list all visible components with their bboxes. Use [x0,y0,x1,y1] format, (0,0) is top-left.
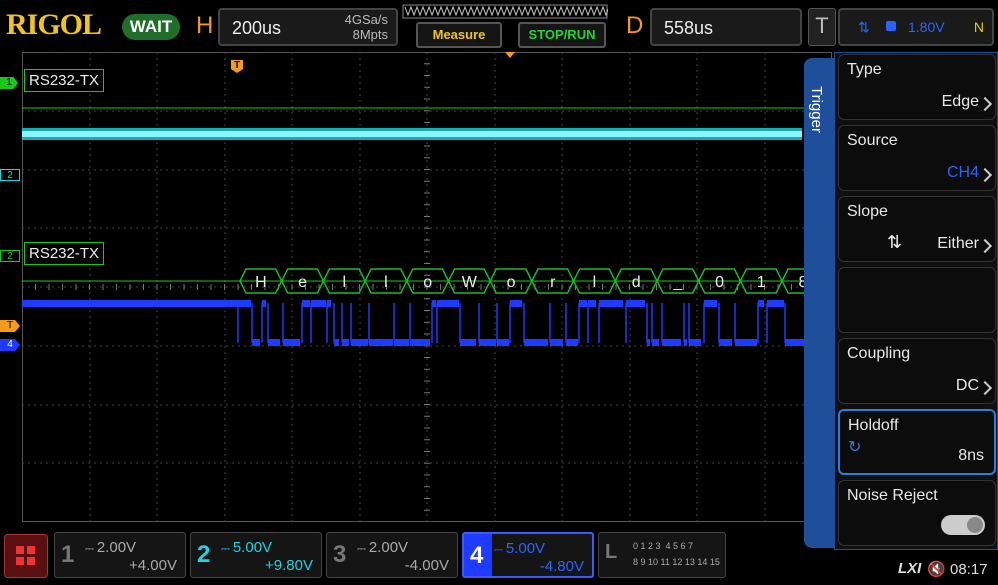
ch4-scale: ⎓ 5.00V [494,540,546,557]
bus-label-bottom: RS232-TX [24,242,105,265]
toggle-knob [967,517,983,533]
slope-either-icon: ⇅ [887,232,903,252]
noise-reject-toggle[interactable] [941,515,985,535]
trigger-menu-title: Trigger [808,86,825,133]
ch4-marker[interactable]: 4 [0,339,20,351]
ch4-number: 4 [470,542,484,569]
stop-run-button[interactable]: STOP/RUN [518,22,606,48]
decoded-char: 1 [757,274,766,291]
menu-type-value: Edge [941,93,979,110]
logic-analyzer-settings[interactable]: L 0 1 2 3 4 5 6 7 8 9 10 11 12 13 14 15 [598,532,726,578]
horizontal-letter: H [196,12,214,39]
lxi-logo: LXI [898,560,922,577]
memory-ruler [402,4,608,19]
menu-holdoff-value: 8ns [958,447,984,464]
ch2-settings[interactable]: 2 ⎓ 5.00V +9.80V [190,532,322,578]
bus-label-top: RS232-TX [24,69,105,92]
ch2-scale-value: 5.00V [232,539,273,556]
logic-row1: 0 1 2 3 4 5 6 7 [633,541,694,551]
ch4-scale-value: 5.00V [505,540,546,557]
ch3-scale: ⎓ 2.00V [357,539,409,556]
ch3-settings[interactable]: 3 ⎓ 2.00V -4.00V [326,532,458,578]
sample-rate: 4GSa/s [344,12,388,27]
ch4-source-icon [886,21,896,31]
menu-type-label: Type [847,61,882,78]
bus-marker[interactable]: 2 [0,250,20,262]
decoded-char: d [632,274,641,291]
ch4-settings[interactable]: 4 ⎓ 5.00V -4.80V [462,532,594,578]
ch3-offset: -4.00V [404,557,449,574]
menu-noise-reject-label: Noise Reject [847,487,938,504]
menu-slope-value: Either [937,235,979,252]
ch3-number: 3 [333,541,347,568]
center-marker [505,52,515,58]
ch2-offset: +9.80V [265,557,313,574]
ch2-trace-core [22,131,802,137]
decoded-char: W [462,274,478,291]
ch1-offset: +4.00V [129,557,177,574]
delay-value: 558us [664,18,714,38]
menu-slope[interactable]: Slope ⇅ Either [838,196,996,262]
rotate-knob-icon: ↻ [848,439,862,456]
trigger-level-marker[interactable]: T [0,320,20,332]
decoded-char: l [593,274,597,291]
memory-depth: 8Mpts [352,27,388,42]
menu-empty-slot [838,267,996,333]
top-bar: RIGOL WAIT H 200us 4GSa/s 8Mpts Measure … [0,0,998,52]
chevron-right-icon [977,380,993,396]
slope-either-icon: ⇅ [858,19,870,35]
menu-holdoff[interactable]: Holdoff ↻ 8ns [838,409,996,475]
menu-source-value: CH4 [946,164,979,181]
measure-button[interactable]: Measure [416,22,502,48]
logic-row2: 8 9 10 11 12 13 14 15 [633,557,720,567]
trigger-letter: T [808,8,836,46]
trigger-status-box[interactable]: ⇅ 1.80V N [838,8,994,46]
ch1-settings[interactable]: 1 ⎓ 2.00V +4.00V [54,532,186,578]
delay-box[interactable]: 558us [650,8,802,46]
decoded-char: r [550,274,556,291]
menu-slope-label: Slope [847,203,888,220]
ch4-offset: -4.80V [539,558,584,575]
decoded-char: o [507,274,516,291]
menu-source-label: Source [847,132,898,149]
waveform-grid[interactable]: He l l o Wo r l d _ 0 1 8 [22,52,832,522]
menu-type[interactable]: Type Edge [838,54,996,120]
decoded-char: o [423,274,432,291]
ch1-scale: ⎓ 2.00V [85,539,137,556]
ch2-scale: ⎓ 5.00V [221,539,273,556]
menu-noise-reject[interactable]: Noise Reject [838,480,996,546]
ch1-scale-value: 2.00V [96,539,137,556]
chevron-right-icon [977,167,993,183]
menu-source[interactable]: Source CH4 [838,125,996,191]
trigger-mode: N [973,19,984,35]
speaker-mute-icon[interactable]: 🔇 [927,560,946,578]
decoded-char: _ [672,274,683,291]
menu-coupling-label: Coupling [847,345,911,362]
decoded-char: e [298,274,307,291]
ch1-marker[interactable]: 1 [0,77,18,89]
horizontal-timebase-box[interactable]: 200us 4GSa/s 8Mpts [218,8,398,46]
trigger-level: 1.80V [908,19,945,35]
timebase-value: 200us [232,18,282,38]
menu-coupling-value: DC [955,377,979,394]
chevron-right-icon [977,238,993,254]
decoded-char: 0 [715,274,724,291]
decoded-char: H [255,274,267,291]
ch3-scale-value: 2.00V [368,539,409,556]
decoded-char: l [342,274,346,291]
clock-time: 08:17 [950,561,988,578]
run-status-badge: WAIT [122,14,180,40]
menu-holdoff-label: Holdoff [848,417,899,434]
rigol-logo: RIGOL [6,8,102,41]
delay-letter: D [626,12,644,39]
menu-coupling[interactable]: Coupling DC [838,338,996,404]
ch1-number: 1 [61,541,75,568]
chevron-right-icon [977,96,993,112]
ch2-number: 2 [197,541,211,568]
logic-letter: L [605,541,618,563]
ch2-marker[interactable]: 2 [0,169,20,181]
trigger-menu-tab[interactable]: Trigger [804,58,834,548]
app-menu-button[interactable] [4,534,48,578]
decoded-char: l [384,274,388,291]
